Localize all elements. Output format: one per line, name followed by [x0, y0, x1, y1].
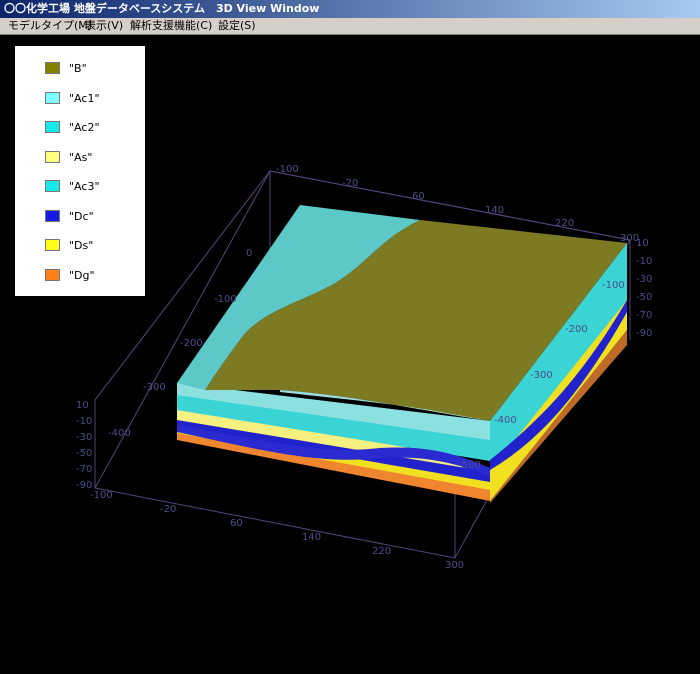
- legend-swatch: [45, 269, 60, 281]
- legend-label: "Ac3": [69, 180, 100, 193]
- legend-swatch: [45, 121, 60, 133]
- axis-top-label-2: 60: [412, 191, 425, 202]
- axis-left-label-2: -200: [180, 338, 203, 349]
- axis-left-label-0: 0: [246, 248, 252, 259]
- legend-label: "Ds": [69, 239, 94, 252]
- axis-z-right-label-3: -50: [636, 292, 652, 303]
- axis-right-label-0: -100: [602, 280, 625, 291]
- axis-top-label-3: 140: [485, 205, 504, 216]
- legend-swatch: [45, 239, 60, 251]
- axis-right-label-1: -200: [565, 324, 588, 335]
- axis-z-right-label-1: -10: [636, 256, 652, 267]
- axis-left-label-3: -300: [143, 382, 166, 393]
- axis-right-label-3: -400: [494, 415, 517, 426]
- axis-top-label-4: 220: [555, 218, 574, 229]
- axis-bottom-label-2: 60: [230, 518, 243, 529]
- legend-label: "Ac1": [69, 92, 100, 105]
- axis-right-label-4: -500: [458, 460, 481, 471]
- axis-bottom-label-1: -20: [160, 504, 176, 515]
- axis-top-label-1: -20: [342, 178, 358, 189]
- legend-swatch: [45, 151, 60, 163]
- legend-swatch: [45, 62, 60, 74]
- legend-label: "Dg": [69, 269, 95, 282]
- axis-bottom-label-3: 140: [302, 532, 321, 543]
- axis-left-label-4: -400: [108, 428, 131, 439]
- axis-top-label-0: -100: [276, 164, 299, 175]
- axis-left-label-1: -100: [214, 294, 237, 305]
- axis-z-left-label-3: -50: [76, 448, 92, 459]
- axis-z-left-label-4: -70: [76, 464, 92, 475]
- legend-swatch: [45, 180, 60, 192]
- legend-swatch: [45, 92, 60, 104]
- axis-bottom-label-0: -100: [90, 490, 113, 501]
- geologic-block: [177, 205, 627, 503]
- legend-label: "As": [69, 151, 93, 164]
- axis-z-left-label-2: -30: [76, 432, 92, 443]
- legend-label: "Dc": [69, 210, 94, 223]
- axis-z-right-label-4: -70: [636, 310, 652, 321]
- legend-swatch: [45, 210, 60, 222]
- axis-right-label-2: -300: [530, 370, 553, 381]
- legend-label: "Ac2": [69, 121, 100, 134]
- axis-z-left-label-0: 10: [76, 400, 89, 411]
- axis-bottom-label-4: 220: [372, 546, 391, 557]
- axis-z-right-label-2: -30: [636, 274, 652, 285]
- axis-z-right-label-5: -90: [636, 328, 652, 339]
- axis-z-right-label-0: 10: [636, 238, 649, 249]
- legend-panel: "B" "Ac1" "Ac2" "As" "Ac3" "Dc" "Ds" "Dg…: [15, 46, 145, 296]
- legend-label: "B": [69, 62, 87, 75]
- window: 〇〇化学工場 地盤データベースシステム 3D View Window モデルタイ…: [0, 0, 700, 674]
- axis-bottom-label-5: 300: [445, 560, 464, 571]
- axis-z-left-label-1: -10: [76, 416, 92, 427]
